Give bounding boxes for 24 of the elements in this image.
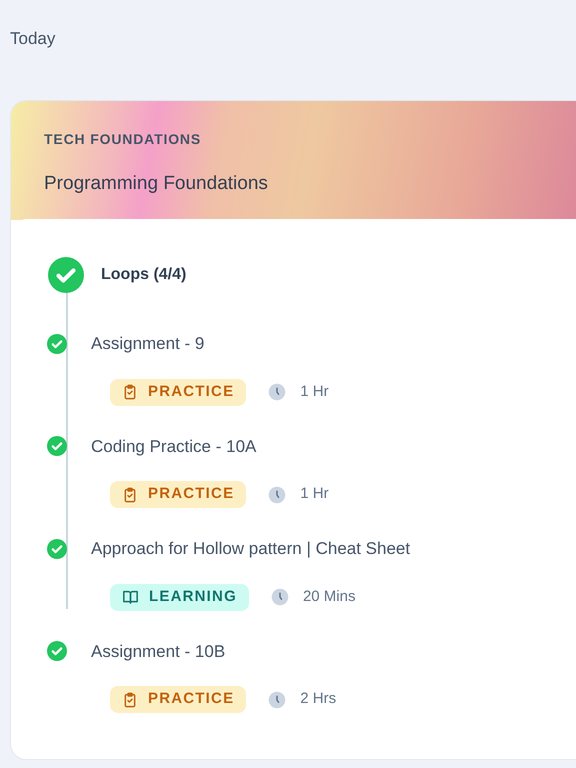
duration: 20 Mins bbox=[302, 586, 356, 607]
module-title[interactable]: Loops (4/4) bbox=[101, 263, 186, 287]
type-tag: PRACTICE bbox=[110, 378, 246, 406]
date-heading: Today bbox=[10, 29, 56, 48]
clock-icon bbox=[268, 690, 286, 708]
duration: 1 Hr bbox=[300, 484, 329, 504]
item-title[interactable]: Approach for Hollow pattern | Cheat Sheet bbox=[91, 536, 410, 562]
type-tag: LEARNING bbox=[110, 584, 249, 610]
duration: 2 Hrs bbox=[300, 689, 336, 710]
course-category: TECH FOUNDATIONS bbox=[44, 130, 202, 149]
clipboard-check-icon bbox=[122, 692, 138, 708]
clock-icon bbox=[270, 588, 289, 606]
item-title[interactable]: Assignment - 9 bbox=[91, 331, 204, 356]
course-title: Programming Foundations bbox=[44, 172, 269, 196]
clock-icon bbox=[268, 486, 286, 504]
clipboard-check-icon bbox=[122, 384, 138, 400]
item-title[interactable]: Coding Practice - 10A bbox=[91, 434, 256, 459]
type-tag: PRACTICE bbox=[110, 686, 246, 713]
clock-icon bbox=[268, 383, 286, 401]
clipboard-check-icon bbox=[122, 486, 138, 502]
duration: 1 Hr bbox=[300, 382, 329, 402]
type-tag: PRACTICE bbox=[110, 481, 246, 508]
item-title[interactable]: Assignment - 10B bbox=[91, 638, 226, 664]
open-book-icon bbox=[122, 589, 139, 605]
